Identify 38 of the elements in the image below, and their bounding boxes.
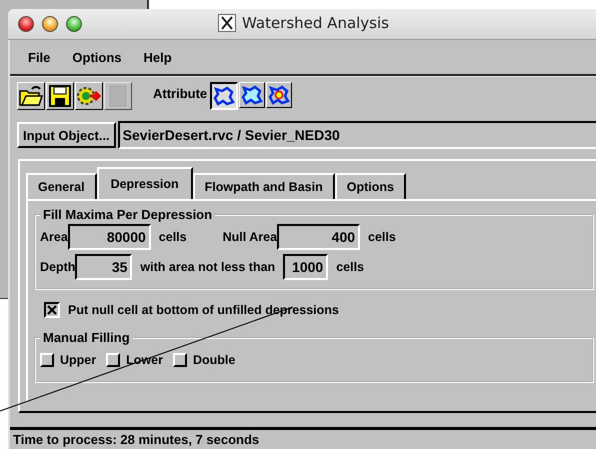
input-object-button[interactable]: Input Object...: [17, 122, 116, 148]
unit-label: cells: [368, 230, 396, 244]
tab[interactable]: Flowpath and Basin: [192, 173, 335, 199]
minimize-icon[interactable]: [42, 16, 58, 32]
outline-attribute-button[interactable]: [210, 82, 238, 110]
menu-item[interactable]: Options: [72, 50, 122, 64]
group-title: Fill Maxima Per Depression: [42, 207, 214, 222]
area-label: Area: [40, 230, 68, 244]
checkbox-label: Double: [192, 353, 236, 367]
unit-label: cells: [158, 230, 187, 244]
attribute-label: Attribute: [153, 86, 208, 100]
filled-attribute-button[interactable]: [239, 82, 266, 108]
tab[interactable]: Options: [334, 173, 406, 199]
null-area-label: Null Area: [222, 230, 278, 244]
save-tool-button[interactable]: [46, 82, 74, 110]
zoom-icon[interactable]: [66, 16, 82, 32]
menu-item[interactable]: Help: [144, 50, 172, 64]
status-bar: Time to process: 28 minutes, 7 seconds: [10, 427, 596, 449]
area-field[interactable]: 80000: [68, 224, 151, 250]
x11-icon: [218, 14, 236, 32]
tab[interactable]: Depression: [96, 167, 193, 199]
unit-label: cells: [336, 260, 364, 274]
close-icon[interactable]: [18, 16, 34, 32]
group-title: Manual Filling: [42, 330, 131, 345]
min-area-label: with area not less than: [140, 260, 276, 274]
null-area-field[interactable]: 400: [277, 224, 360, 250]
depth-label: Depth: [40, 260, 76, 274]
window-title: Watershed Analysis: [242, 14, 389, 32]
checkbox-label: Upper: [60, 353, 96, 367]
open-tool-button[interactable]: [17, 82, 45, 110]
point-attribute-button[interactable]: [266, 82, 292, 108]
run-tool-button[interactable]: [75, 82, 103, 110]
tab[interactable]: General: [26, 173, 97, 199]
menu-item[interactable]: File: [28, 50, 50, 64]
depth-field[interactable]: 35: [75, 254, 132, 280]
min-area-field[interactable]: 1000: [283, 254, 328, 280]
checkbox[interactable]: [44, 302, 60, 318]
input-object-field[interactable]: SevierDesert.rvc / Sevier_NED30: [118, 121, 596, 149]
